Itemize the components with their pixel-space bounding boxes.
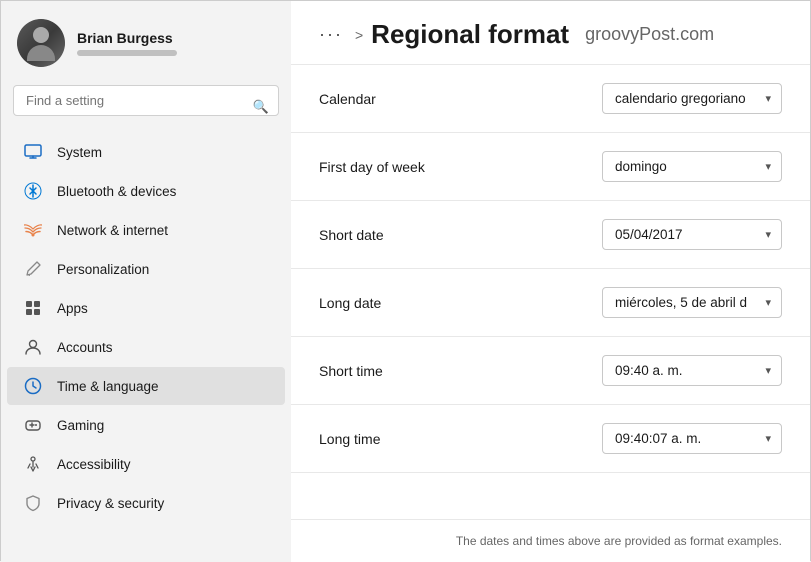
setting-label-long-time: Long time [319, 431, 602, 447]
first-day-dropdown[interactable]: domingo ▾ [602, 151, 782, 182]
long-time-dropdown-value: 09:40:07 a. m. [615, 431, 701, 446]
setting-label-first-day: First day of week [319, 159, 602, 175]
avatar [17, 19, 65, 67]
sidebar-item-accounts[interactable]: Accounts [7, 328, 285, 366]
search-container: 🔍 [1, 81, 291, 128]
sidebar-item-privacy[interactable]: Privacy & security [7, 484, 285, 522]
short-date-dropdown[interactable]: 05/04/2017 ▾ [602, 219, 782, 250]
nav-items: System Bluetooth & devices [1, 128, 291, 562]
setting-label-short-date: Short date [319, 227, 602, 243]
chevron-down-icon: ▾ [765, 432, 771, 445]
sidebar-item-network[interactable]: Network & internet [7, 211, 285, 249]
sidebar-item-network-label: Network & internet [57, 223, 168, 238]
person-icon [23, 337, 43, 357]
setting-row-first-day: First day of week domingo ▾ [291, 133, 810, 201]
setting-row-short-date: Short date 05/04/2017 ▾ [291, 201, 810, 269]
long-date-dropdown[interactable]: miércoles, 5 de abril d ▾ [602, 287, 782, 318]
setting-control-short-time: 09:40 a. m. ▾ [602, 355, 782, 386]
sidebar-item-system[interactable]: System [7, 133, 285, 171]
main-content: ··· > Regional format groovyPost.com Cal… [291, 1, 810, 562]
long-time-dropdown[interactable]: 09:40:07 a. m. ▾ [602, 423, 782, 454]
chevron-down-icon: ▾ [765, 228, 771, 241]
sidebar-item-privacy-label: Privacy & security [57, 496, 164, 511]
setting-control-long-date: miércoles, 5 de abril d ▾ [602, 287, 782, 318]
sidebar-item-accessibility-label: Accessibility [57, 457, 131, 472]
sidebar-item-bluetooth[interactable]: Bluetooth & devices [7, 172, 285, 210]
footer-note: The dates and times above are provided a… [291, 519, 810, 562]
sidebar-item-bluetooth-label: Bluetooth & devices [57, 184, 176, 199]
setting-control-first-day: domingo ▾ [602, 151, 782, 182]
person-access-icon [23, 454, 43, 474]
shield-icon [23, 493, 43, 513]
sidebar-item-time-label: Time & language [57, 379, 159, 394]
sidebar-item-accounts-label: Accounts [57, 340, 113, 355]
search-icon: 🔍 [253, 99, 269, 115]
clock-icon [23, 376, 43, 396]
calendar-dropdown[interactable]: calendario gregoriano ▾ [602, 83, 782, 114]
setting-control-short-date: 05/04/2017 ▾ [602, 219, 782, 250]
user-name: Brian Burgess [77, 30, 177, 46]
sidebar-item-gaming[interactable]: Gaming [7, 406, 285, 444]
chevron-down-icon: ▾ [765, 160, 771, 173]
sidebar-item-time[interactable]: Time & language [7, 367, 285, 405]
user-profile: Brian Burgess [1, 1, 291, 81]
user-info: Brian Burgess [77, 30, 177, 56]
settings-rows: Calendar calendario gregoriano ▾ First d… [291, 65, 810, 519]
sidebar-item-personalization[interactable]: Personalization [7, 250, 285, 288]
breadcrumb-chevron: > [355, 27, 363, 43]
long-date-dropdown-value: miércoles, 5 de abril d [615, 295, 747, 310]
footer-note-text: The dates and times above are provided a… [456, 534, 782, 548]
setting-label-short-time: Short time [319, 363, 602, 379]
network-icon [23, 220, 43, 240]
sidebar-item-apps[interactable]: Apps [7, 289, 285, 327]
page-header: ··· > Regional format groovyPost.com [291, 1, 810, 65]
setting-row-short-time: Short time 09:40 a. m. ▾ [291, 337, 810, 405]
sidebar: Brian Burgess 🔍 System [1, 1, 291, 562]
search-input[interactable] [13, 85, 279, 116]
first-day-dropdown-value: domingo [615, 159, 667, 174]
grid-icon [23, 298, 43, 318]
sidebar-item-system-label: System [57, 145, 102, 160]
short-time-dropdown[interactable]: 09:40 a. m. ▾ [602, 355, 782, 386]
sidebar-item-accessibility[interactable]: Accessibility [7, 445, 285, 483]
setting-row-long-date: Long date miércoles, 5 de abril d ▾ [291, 269, 810, 337]
chevron-down-icon: ▾ [765, 364, 771, 377]
chevron-down-icon: ▾ [765, 92, 771, 105]
setting-label-long-date: Long date [319, 295, 602, 311]
sidebar-item-gaming-label: Gaming [57, 418, 104, 433]
gamepad-icon [23, 415, 43, 435]
short-time-dropdown-value: 09:40 a. m. [615, 363, 683, 378]
sidebar-item-apps-label: Apps [57, 301, 88, 316]
chevron-down-icon: ▾ [765, 296, 771, 309]
brush-icon [23, 259, 43, 279]
short-date-dropdown-value: 05/04/2017 [615, 227, 683, 242]
bluetooth-icon [23, 181, 43, 201]
setting-row-long-time: Long time 09:40:07 a. m. ▾ [291, 405, 810, 473]
setting-control-long-time: 09:40:07 a. m. ▾ [602, 423, 782, 454]
monitor-icon [23, 142, 43, 162]
sidebar-item-personalization-label: Personalization [57, 262, 149, 277]
setting-row-calendar: Calendar calendario gregoriano ▾ [291, 65, 810, 133]
user-bar [77, 50, 177, 56]
page-title: Regional format [371, 19, 569, 50]
setting-label-calendar: Calendar [319, 91, 602, 107]
setting-control-calendar: calendario gregoriano ▾ [602, 83, 782, 114]
brand-text: groovyPost.com [585, 24, 714, 45]
breadcrumb-dots[interactable]: ··· [319, 24, 343, 45]
calendar-dropdown-value: calendario gregoriano [615, 91, 746, 106]
